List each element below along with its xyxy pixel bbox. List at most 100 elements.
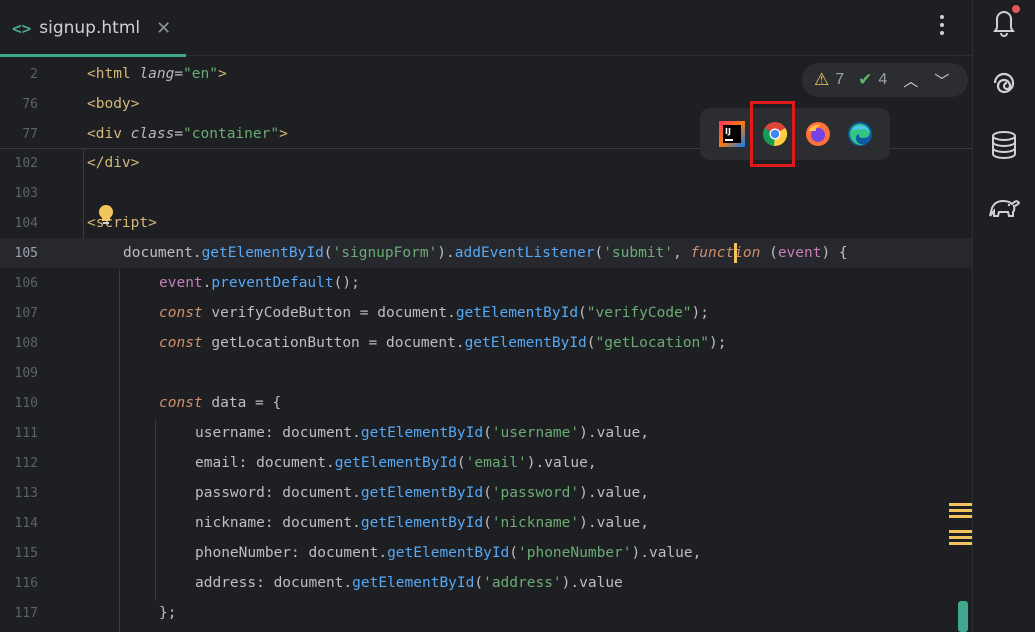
token: getElementById (334, 455, 457, 471)
token: , (673, 245, 691, 261)
token: "verifyCode" (586, 305, 692, 321)
open-in-browser-popup: IJ (700, 108, 890, 160)
token: username: document. (195, 425, 361, 441)
line-number: 77 (22, 126, 38, 142)
token: data = { (202, 395, 282, 411)
line-number: 110 (14, 395, 38, 411)
line-number: 112 (14, 455, 38, 471)
token: ( (483, 425, 492, 441)
scroll-marker[interactable] (949, 503, 973, 506)
code-line: 109 (0, 358, 972, 388)
code-line: 116 address: document.getElementById('ad… (0, 568, 972, 598)
token: const (159, 395, 203, 411)
right-tool-window-bar (972, 0, 1035, 632)
editor-tab-bar: <> signup.html ✕ (0, 0, 972, 57)
token: getElementById (360, 425, 484, 441)
edge-icon[interactable] (847, 121, 873, 147)
token: <html (87, 66, 140, 82)
code-line: 114 nickname: document.getElementById('n… (0, 508, 972, 538)
token: (); (333, 275, 360, 291)
token: event (159, 275, 203, 291)
next-problem-icon[interactable]: ﹀ (934, 70, 949, 91)
token: </div> (87, 155, 140, 171)
tab-signup-html[interactable]: <> signup.html ✕ (0, 0, 186, 57)
scroll-marker[interactable] (949, 509, 973, 512)
token: getElementById (360, 515, 484, 531)
scroll-marker[interactable] (949, 542, 973, 545)
inspection-widget[interactable]: ⚠ 7 ✔ 4 ︿ ﹀ (802, 63, 968, 97)
line-number: 105 (14, 245, 38, 261)
firefox-icon[interactable] (805, 121, 831, 147)
token: getElementById (387, 545, 510, 561)
code-line: 112 email: document.getElementById('emai… (0, 448, 972, 478)
close-tab-icon[interactable]: ✕ (156, 18, 171, 39)
notification-badge (1010, 3, 1022, 15)
html-file-icon: <> (12, 18, 32, 38)
token: > (279, 126, 288, 142)
token: ( (578, 305, 587, 321)
token: ( (456, 455, 466, 471)
line-number: 2 (30, 66, 38, 82)
token: getLocationButton = document. (202, 335, 465, 351)
token: verifyCodeButton = document. (202, 305, 456, 321)
token: email: document. (195, 455, 335, 471)
token: ).value, (631, 545, 702, 561)
scroll-marker[interactable] (949, 530, 973, 533)
token: class (130, 126, 175, 142)
gradle-elephant-icon[interactable] (987, 190, 1021, 224)
token: 'submit' (603, 245, 674, 261)
token: 'signupForm' (332, 245, 438, 261)
token: ( (474, 575, 484, 591)
token: ( (586, 335, 596, 351)
ai-assistant-icon[interactable] (987, 66, 1021, 100)
line-number: 116 (14, 575, 38, 591)
weak-warning-icon: ✔ (858, 70, 873, 89)
lightbulb-icon[interactable] (97, 204, 115, 226)
line-number: 113 (14, 485, 38, 501)
token: ( (760, 245, 778, 261)
token: ).value (561, 575, 623, 591)
token: ) { (821, 245, 848, 261)
scrollbar-thumb[interactable] (958, 601, 968, 632)
warning-count: 7 (835, 71, 845, 88)
token: 'phoneNumber' (518, 545, 632, 561)
token: const (159, 305, 203, 321)
token: ).value, (579, 485, 649, 501)
token: 'address' (483, 575, 562, 591)
text-caret (734, 243, 737, 263)
scroll-marker[interactable] (949, 515, 973, 518)
intellij-preview-icon[interactable]: IJ (719, 121, 745, 147)
token: ). (437, 245, 455, 261)
code-line: 103 (0, 178, 972, 208)
code-line: 104 <script> (0, 208, 972, 238)
token: ); (709, 335, 727, 351)
token: ).value, (579, 425, 649, 441)
token: preventDefault (211, 275, 334, 291)
token: document. (123, 245, 202, 261)
token: 'password' (491, 485, 580, 501)
line-number: 108 (14, 335, 38, 351)
database-icon[interactable] (987, 128, 1021, 162)
token: 'email' (465, 455, 527, 471)
line-number: 104 (14, 215, 38, 231)
warning-icon: ⚠ (814, 70, 830, 89)
scroll-marker[interactable] (949, 536, 973, 539)
token: ( (483, 515, 492, 531)
token: ).value, (579, 515, 649, 531)
line-number: 103 (14, 185, 38, 201)
previous-problem-icon[interactable]: ︿ (903, 70, 918, 91)
line-number: 111 (14, 425, 38, 441)
token: ( (594, 245, 604, 261)
token: }; (159, 605, 177, 621)
code-line: 107 const verifyCodeButton = document.ge… (0, 298, 972, 328)
token: getElementById (360, 485, 484, 501)
token: getElementById (201, 245, 324, 261)
more-options-icon[interactable] (930, 10, 954, 40)
code-line: 111 username: document.getElementById('u… (0, 418, 972, 448)
line-number: 115 (14, 545, 38, 561)
tab-label: signup.html (39, 18, 141, 38)
chrome-highlight-box (750, 101, 795, 167)
code-line: 113 password: document.getElementById('p… (0, 478, 972, 508)
line-number: 106 (14, 275, 38, 291)
token: getElementById (352, 575, 475, 591)
